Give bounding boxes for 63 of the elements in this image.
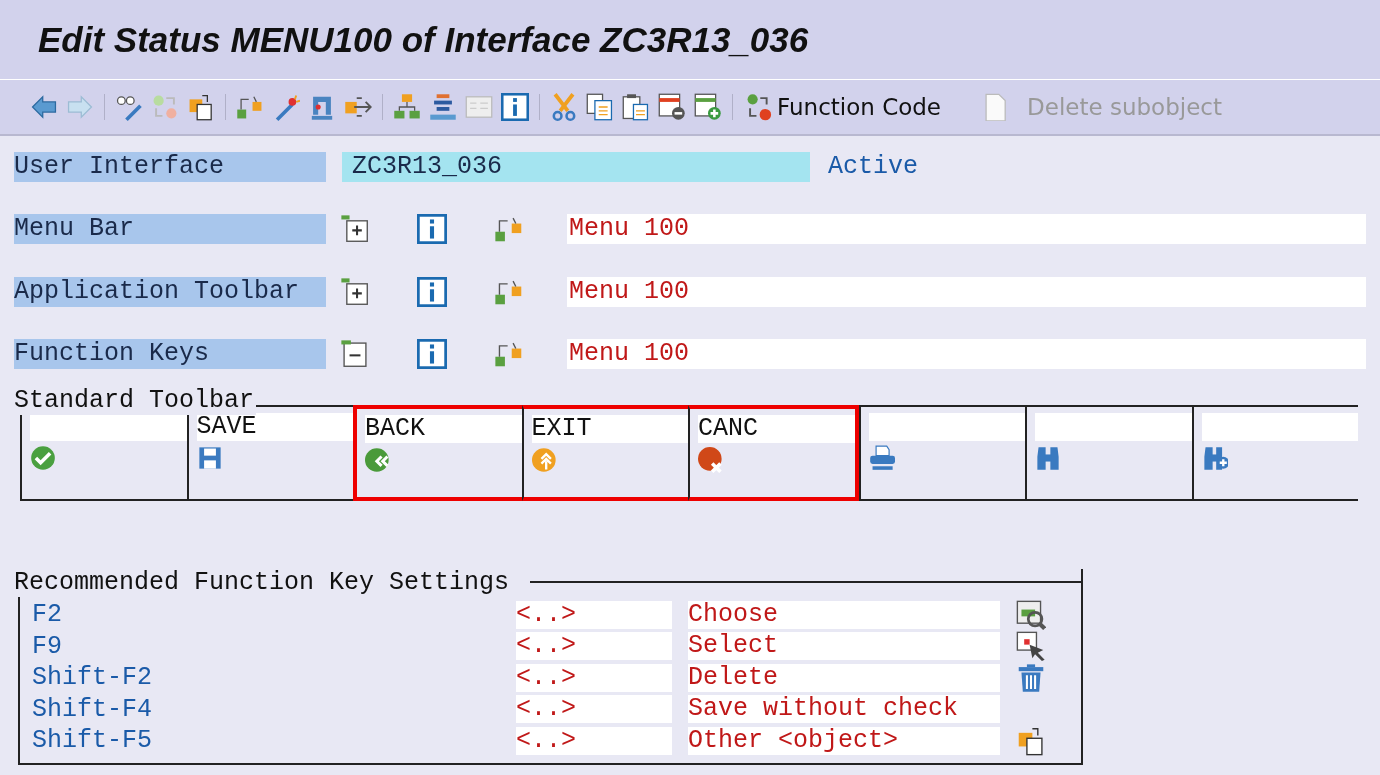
input-field[interactable]: Menu 100 [567, 276, 1366, 307]
input-field[interactable]: Menu 100 [567, 214, 1366, 244]
input-field[interactable]: ZC3R13_036 [342, 151, 810, 182]
window-title: Edit Status MENU100 of Interface ZC3R13_036 [38, 19, 809, 60]
function-key: Shift-F4 [32, 694, 516, 724]
field-label: Menu Bar [14, 214, 326, 244]
field-label: Function Keys [14, 339, 326, 369]
info-icon[interactable] [417, 214, 447, 244]
expand-icon[interactable] [340, 214, 370, 244]
magnifier-icon [1016, 599, 1046, 630]
field-label: Application Toolbar [14, 276, 326, 307]
row-minus-icon[interactable] [658, 93, 686, 121]
input-field[interactable]: Choose [688, 600, 1000, 629]
input-field[interactable]: <..> [516, 663, 672, 692]
exit-circle-icon [531, 447, 558, 473]
input-field[interactable]: <..> [516, 726, 672, 755]
input-field[interactable]: Other <object> [688, 726, 1000, 755]
input-field[interactable]: Select [688, 632, 1000, 661]
org-chart-icon[interactable] [393, 93, 421, 121]
info-icon[interactable] [501, 93, 529, 121]
input-field[interactable] [1035, 413, 1192, 441]
input-field[interactable]: Save without check [688, 695, 1000, 724]
input-field[interactable]: <..> [516, 632, 672, 661]
arrow-left-icon[interactable] [30, 93, 58, 121]
input-field[interactable] [30, 413, 187, 441]
group-title: Standard Toolbar [14, 387, 257, 415]
collapse-icon[interactable] [340, 339, 370, 369]
function-key: F2 [32, 600, 516, 630]
function-key: Shift-F2 [32, 663, 516, 693]
expand-icon[interactable] [340, 276, 370, 307]
binoculars-plus-icon [1201, 445, 1228, 471]
copy-object-icon[interactable] [187, 93, 215, 121]
function-key: Shift-F5 [32, 726, 516, 756]
input-field[interactable]: EXIT [531, 415, 688, 443]
input-field[interactable] [868, 413, 1025, 441]
input-field[interactable]: SAVE [196, 413, 353, 441]
toolbar-button[interactable]: Function Code [739, 93, 948, 121]
scissors-icon[interactable] [550, 93, 578, 121]
cancel-circle-icon [698, 447, 724, 473]
trash-icon [1016, 662, 1046, 693]
binoculars-icon [1035, 445, 1061, 471]
checkmark-icon [30, 445, 56, 471]
copy-object-icon [1016, 725, 1046, 756]
input-field[interactable]: CANC [698, 415, 855, 443]
back-circle-icon [365, 447, 391, 473]
stack-icon[interactable] [429, 93, 457, 121]
row-plus-icon[interactable] [694, 93, 722, 121]
nodes-icon [745, 93, 773, 121]
info-icon[interactable] [417, 276, 447, 307]
paste-icon[interactable] [622, 93, 650, 121]
input-field[interactable]: Menu 100 [567, 339, 1366, 369]
input-field[interactable]: BACK [365, 415, 522, 443]
function-key: F9 [32, 631, 516, 661]
input-field[interactable]: <..> [516, 695, 672, 724]
cursor-select-icon [1016, 631, 1046, 662]
printer-icon [868, 445, 895, 471]
copy-icon[interactable] [586, 93, 614, 121]
field-label: User Interface [14, 151, 326, 182]
glasses-pencil-icon[interactable] [115, 93, 143, 121]
input-field[interactable]: Delete [688, 663, 1000, 692]
input-field[interactable]: <..> [516, 600, 672, 629]
info-icon[interactable] [417, 339, 447, 369]
status-text: Active [828, 152, 918, 181]
